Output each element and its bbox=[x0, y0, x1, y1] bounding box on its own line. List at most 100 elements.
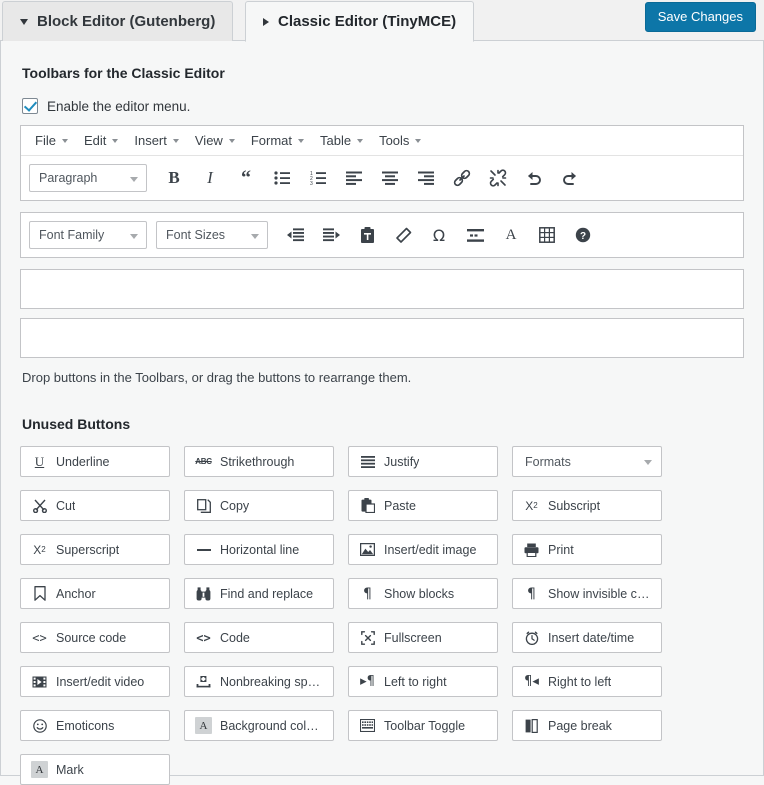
chevron-down-icon bbox=[644, 460, 652, 465]
unlink-button[interactable] bbox=[483, 163, 513, 193]
redo-icon bbox=[563, 172, 576, 185]
unused-button-label: Right to left bbox=[548, 674, 612, 689]
unused-button-underline[interactable]: U Underline bbox=[20, 446, 170, 477]
undo-button[interactable] bbox=[519, 163, 549, 193]
chevron-down-icon bbox=[61, 138, 68, 143]
menu-format[interactable]: Format bbox=[243, 130, 312, 151]
unused-button-superscript[interactable]: X2 Superscript bbox=[20, 534, 170, 565]
help-icon: ? bbox=[575, 227, 591, 243]
menu-tools[interactable]: Tools bbox=[371, 130, 429, 151]
numbered-list-button[interactable]: 1 2 3 bbox=[303, 163, 333, 193]
table-button[interactable] bbox=[532, 220, 562, 250]
unused-button-copy[interactable]: Copy bbox=[184, 490, 334, 521]
save-changes-button[interactable]: Save Changes bbox=[644, 2, 756, 32]
printer-icon bbox=[522, 543, 541, 557]
menu-tools-label: Tools bbox=[379, 133, 410, 148]
unused-button-horizontal-line[interactable]: Horizontal line bbox=[184, 534, 334, 565]
paragraph-format-select[interactable]: Paragraph bbox=[29, 164, 147, 192]
unlink-icon bbox=[489, 169, 507, 187]
unused-button-emoticons[interactable]: Emoticons bbox=[20, 710, 170, 741]
advanced-toolbar: Font Family Font Sizes Ω A ? bbox=[20, 212, 744, 258]
font-family-select[interactable]: Font Family bbox=[29, 221, 147, 249]
superscript-icon: X2 bbox=[33, 542, 46, 557]
align-center-icon bbox=[382, 171, 398, 185]
unused-button-label: Cut bbox=[56, 498, 76, 513]
unused-button-nonbreaking-space[interactable]: Nonbreaking space bbox=[184, 666, 334, 697]
rtl-icon: ¶◂ bbox=[524, 674, 539, 689]
unused-button-mark[interactable]: A Mark bbox=[20, 754, 170, 785]
menu-view[interactable]: View bbox=[187, 130, 243, 151]
ltr-icon: ▸¶ bbox=[360, 674, 375, 689]
unused-button-justify[interactable]: Justify bbox=[348, 446, 498, 477]
link-button[interactable] bbox=[447, 163, 477, 193]
clock-icon bbox=[522, 631, 541, 645]
read-more-button[interactable] bbox=[460, 220, 490, 250]
unused-button-page-break[interactable]: Page break bbox=[512, 710, 662, 741]
toolbar-dropzone-4[interactable] bbox=[20, 318, 744, 358]
unused-button-background-colour[interactable]: A Background colour bbox=[184, 710, 334, 741]
unused-button-anchor[interactable]: Anchor bbox=[20, 578, 170, 609]
indent-icon bbox=[322, 228, 340, 242]
menu-format-label: Format bbox=[250, 133, 292, 148]
enable-editor-menu-row[interactable]: Enable the editor menu. bbox=[22, 98, 744, 114]
redo-button[interactable] bbox=[555, 163, 585, 193]
unused-button-left-to-right[interactable]: ▸¶ Left to right bbox=[348, 666, 498, 697]
unused-button-formats[interactable]: Formats bbox=[512, 446, 662, 477]
chevron-down-icon bbox=[415, 138, 422, 143]
menu-insert[interactable]: Insert bbox=[126, 130, 187, 151]
film-icon bbox=[30, 676, 49, 688]
unused-button-insert-date-time[interactable]: Insert date/time bbox=[512, 622, 662, 653]
unused-buttons-heading: Unused Buttons bbox=[22, 416, 131, 432]
bullet-list-button[interactable] bbox=[267, 163, 297, 193]
align-left-button[interactable] bbox=[339, 163, 369, 193]
font-sizes-select[interactable]: Font Sizes bbox=[156, 221, 268, 249]
enable-editor-menu-checkbox[interactable] bbox=[22, 98, 38, 114]
unused-button-show-invisible-characters[interactable]: ¶ Show invisible chara... bbox=[512, 578, 662, 609]
toolbar-dropzone-3[interactable] bbox=[20, 269, 744, 309]
image-icon bbox=[358, 543, 377, 556]
paste-as-text-button[interactable] bbox=[352, 220, 382, 250]
keyboard-shortcuts-button[interactable]: ? bbox=[568, 220, 598, 250]
unused-button-source-code[interactable]: <> Source code bbox=[20, 622, 170, 653]
angle-brackets-bold-icon: <> bbox=[196, 630, 211, 645]
unused-button-code[interactable]: <> Code bbox=[184, 622, 334, 653]
unused-button-subscript[interactable]: X2 Subscript bbox=[512, 490, 662, 521]
align-right-icon bbox=[418, 171, 434, 185]
menu-table[interactable]: Table bbox=[312, 130, 371, 151]
unused-button-insert-edit-video[interactable]: Insert/edit video bbox=[20, 666, 170, 697]
pilcrow-icon: ¶ bbox=[363, 585, 372, 602]
bold-button[interactable]: B bbox=[159, 163, 189, 193]
menu-edit[interactable]: Edit bbox=[76, 130, 126, 151]
unused-button-paste[interactable]: Paste bbox=[348, 490, 498, 521]
unused-button-toolbar-toggle[interactable]: Toolbar Toggle bbox=[348, 710, 498, 741]
scissors-icon bbox=[30, 499, 49, 513]
indent-button[interactable] bbox=[316, 220, 346, 250]
unused-button-fullscreen[interactable]: Fullscreen bbox=[348, 622, 498, 653]
tab-classic-editor[interactable]: Classic Editor (TinyMCE) bbox=[245, 1, 475, 42]
outdent-button[interactable] bbox=[280, 220, 310, 250]
unused-button-strikethrough[interactable]: ABC Strikethrough bbox=[184, 446, 334, 477]
unused-button-find-and-replace[interactable]: Find and replace bbox=[184, 578, 334, 609]
menu-file[interactable]: File bbox=[27, 130, 76, 151]
special-character-button[interactable]: Ω bbox=[424, 220, 454, 250]
unused-button-show-blocks[interactable]: ¶ Show blocks bbox=[348, 578, 498, 609]
background-color-icon: A bbox=[194, 717, 213, 734]
unused-button-label: Underline bbox=[56, 454, 110, 469]
strikethrough-icon: ABC bbox=[195, 457, 212, 466]
blockquote-button[interactable]: “ bbox=[231, 163, 261, 193]
omega-icon: Ω bbox=[432, 225, 446, 245]
unused-button-cut[interactable]: Cut bbox=[20, 490, 170, 521]
paragraph-format-value: Paragraph bbox=[39, 171, 98, 185]
unused-button-print[interactable]: Print bbox=[512, 534, 662, 565]
binoculars-icon bbox=[194, 586, 213, 601]
align-right-button[interactable] bbox=[411, 163, 441, 193]
align-center-button[interactable] bbox=[375, 163, 405, 193]
unused-button-right-to-left[interactable]: ¶◂ Right to left bbox=[512, 666, 662, 697]
italic-button[interactable]: I bbox=[195, 163, 225, 193]
clear-formatting-button[interactable] bbox=[388, 220, 418, 250]
tab-block-editor[interactable]: Block Editor (Gutenberg) bbox=[2, 1, 234, 41]
horizontal-rule-icon bbox=[194, 544, 213, 556]
copy-icon bbox=[194, 498, 213, 513]
text-color-button[interactable]: A bbox=[496, 220, 526, 250]
unused-button-insert-edit-image[interactable]: Insert/edit image bbox=[348, 534, 498, 565]
